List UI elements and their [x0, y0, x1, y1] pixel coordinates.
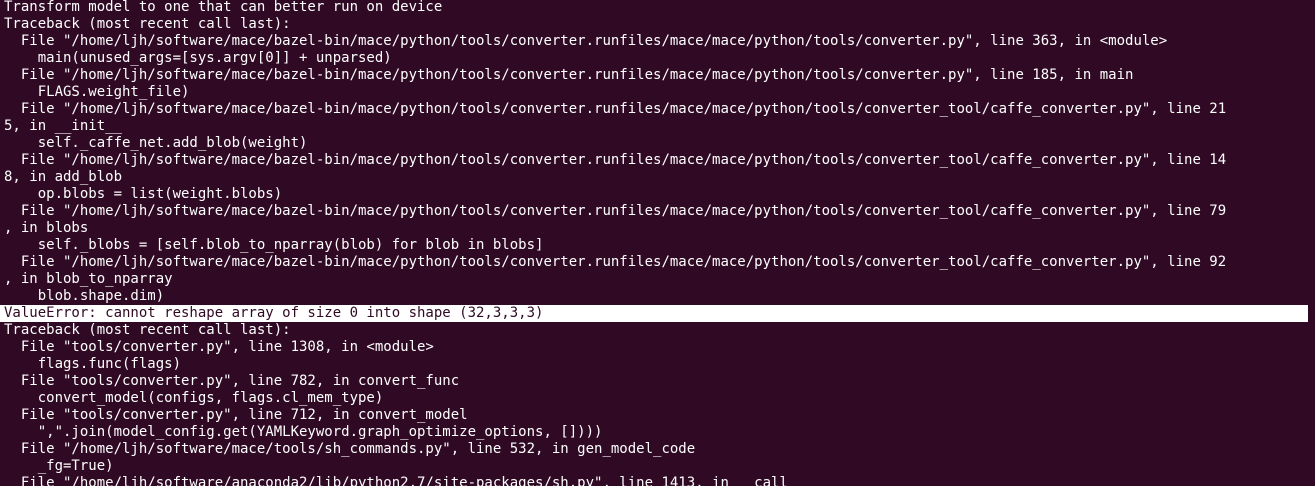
terminal-line: self._caffe_net.add_blob(weight): [4, 135, 308, 151]
terminal-line: 8, in add_blob: [4, 169, 123, 185]
terminal-line: File "/home/ljh/software/anaconda2/lib/p…: [4, 475, 805, 486]
terminal-line: self._blobs = [self.blob_to_nparray(blob…: [4, 237, 544, 253]
terminal-line: File "/home/ljh/software/mace/bazel-bin/…: [4, 67, 1134, 83]
terminal-line: File "tools/converter.py", line 1308, in…: [4, 339, 434, 355]
terminal-line: File "/home/ljh/software/mace/bazel-bin/…: [4, 203, 1227, 219]
terminal-line: File "/home/ljh/software/mace/bazel-bin/…: [4, 254, 1227, 270]
terminal-line: , in blobs: [4, 220, 89, 236]
terminal-line: File "/home/ljh/software/mace/bazel-bin/…: [4, 101, 1227, 117]
terminal-line: blob.shape.dim): [4, 288, 165, 304]
terminal-line: main(unused_args=[sys.argv[0]] + unparse…: [4, 50, 392, 66]
terminal-line: FLAGS.weight_file): [4, 84, 190, 100]
terminal-line: flags.func(flags): [4, 356, 182, 372]
selected-error-line: ValueError: cannot reshape array of size…: [0, 305, 1308, 322]
terminal-line: Traceback (most recent call last):: [4, 322, 291, 338]
terminal-window[interactable]: Transform model to one that can better r…: [0, 0, 1315, 486]
terminal-line: 5, in __init__: [4, 118, 123, 134]
terminal-scrollbar[interactable]: [1308, 0, 1315, 486]
terminal-line: File "tools/converter.py", line 712, in …: [4, 407, 468, 423]
terminal-line: _fg=True): [4, 458, 114, 474]
terminal-line: File "tools/converter.py", line 782, in …: [4, 373, 460, 389]
terminal-line: File "/home/ljh/software/mace/tools/sh_c…: [4, 441, 696, 457]
terminal-line: File "/home/ljh/software/mace/bazel-bin/…: [4, 152, 1227, 168]
terminal-line: Transform model to one that can better r…: [4, 0, 443, 15]
terminal-line: convert_model(configs, flags.cl_mem_type…: [4, 390, 384, 406]
terminal-line: ",".join(model_config.get(YAMLKeyword.gr…: [4, 424, 603, 440]
terminal-line: , in blob_to_nparray: [4, 271, 173, 287]
terminal-line: File "/home/ljh/software/mace/bazel-bin/…: [4, 33, 1168, 49]
terminal-line: op.blobs = list(weight.blobs): [4, 186, 283, 202]
terminal-line: Traceback (most recent call last):: [4, 16, 291, 32]
